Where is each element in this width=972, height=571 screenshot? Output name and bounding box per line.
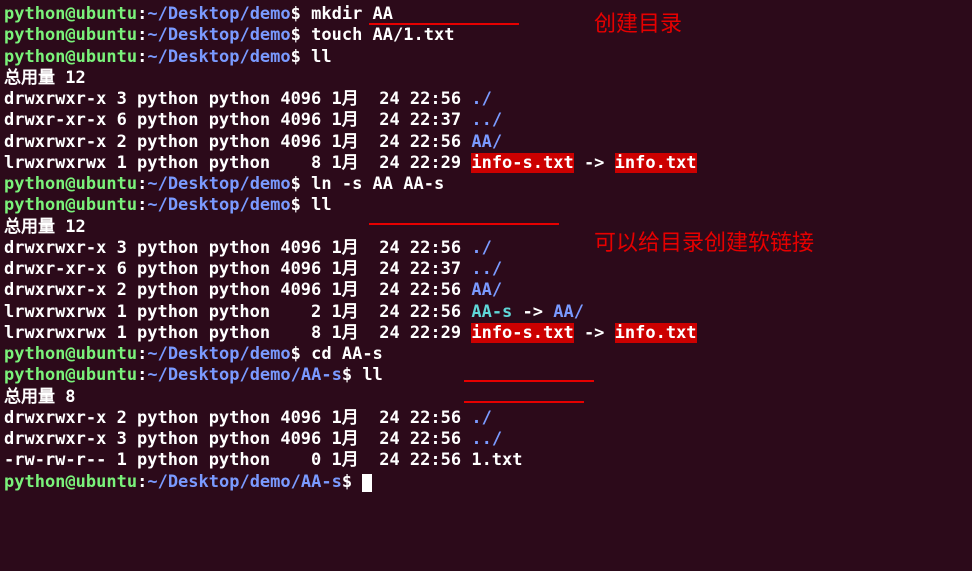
ls-row: lrwxrwxrwx 1 python python 8 1月 24 22:29… xyxy=(4,323,968,344)
prompt-path: ~/Desktop/demo xyxy=(147,4,290,24)
terminal-line: python@ubuntu:~/Desktop/demo$ mkdir AA xyxy=(4,4,968,25)
command-input[interactable]: mkdir AA xyxy=(311,4,393,24)
terminal-line: python@ubuntu:~/Desktop/demo$ cd AA-s xyxy=(4,344,968,365)
prompt-at: @ xyxy=(65,4,75,24)
terminal-line: python@ubuntu:~/Desktop/demo$ ll xyxy=(4,195,968,216)
terminal-output: 创建目录 可以给目录创建软链接 python@ubuntu:~/Desktop/… xyxy=(4,4,968,493)
symlink-target-dir: AA xyxy=(553,302,573,322)
ls-total: 总用量 8 xyxy=(4,387,968,408)
ls-total: 总用量 12 xyxy=(4,68,968,89)
prompt-dollar: $ xyxy=(291,4,301,24)
prompt-colon: : xyxy=(137,4,147,24)
symlink-target-broken: info.txt xyxy=(615,323,697,343)
symlink-aa-s: AA-s xyxy=(471,302,512,322)
command-input[interactable]: ll xyxy=(311,47,331,67)
prompt-user: python xyxy=(4,4,65,24)
command-input[interactable]: ll xyxy=(311,195,331,215)
terminal-line: python@ubuntu:~/Desktop/demo$ ln -s AA A… xyxy=(4,174,968,195)
command-input[interactable]: ln -s AA AA-s xyxy=(311,174,444,194)
terminal-line: python@ubuntu:~/Desktop/demo/AA-s$ xyxy=(4,472,968,493)
ls-row: lrwxrwxrwx 1 python python 8 1月 24 22:29… xyxy=(4,153,968,174)
ls-row: drwxrwxr-x 2 python python 4096 1月 24 22… xyxy=(4,280,968,301)
ls-total: 总用量 12 xyxy=(4,217,968,238)
cursor[interactable] xyxy=(362,474,372,492)
command-input[interactable]: ll xyxy=(362,365,382,385)
dir-current: ./ xyxy=(471,89,491,109)
command-input[interactable]: cd AA-s xyxy=(311,344,383,364)
ls-row: -rw-rw-r-- 1 python python 0 1月 24 22:56… xyxy=(4,450,968,471)
ls-row: drwxr-xr-x 6 python python 4096 1月 24 22… xyxy=(4,259,968,280)
ls-row: lrwxrwxrwx 1 python python 2 1月 24 22:56… xyxy=(4,302,968,323)
ls-row: drwxrwxr-x 3 python python 4096 1月 24 22… xyxy=(4,238,968,259)
dir-aa: AA xyxy=(471,132,491,152)
prompt-host: ubuntu xyxy=(76,4,137,24)
ls-row: drwxrwxr-x 2 python python 4096 1月 24 22… xyxy=(4,408,968,429)
ls-row: drwxrwxr-x 3 python python 4096 1月 24 22… xyxy=(4,89,968,110)
terminal-line: python@ubuntu:~/Desktop/demo$ touch AA/1… xyxy=(4,25,968,46)
ls-row: drwxrwxr-x 3 python python 4096 1月 24 22… xyxy=(4,429,968,450)
symlink-target-broken: info.txt xyxy=(615,153,697,173)
symlink-broken: info-s.txt xyxy=(471,323,573,343)
ls-row: drwxr-xr-x 6 python python 4096 1月 24 22… xyxy=(4,110,968,131)
command-input[interactable]: touch AA/1.txt xyxy=(311,25,454,45)
terminal-line: python@ubuntu:~/Desktop/demo$ ll xyxy=(4,47,968,68)
symlink-broken: info-s.txt xyxy=(471,153,573,173)
ls-row: drwxrwxr-x 2 python python 4096 1月 24 22… xyxy=(4,132,968,153)
terminal-line: python@ubuntu:~/Desktop/demo/AA-s$ ll xyxy=(4,365,968,386)
dir-parent: ../ xyxy=(471,110,502,130)
